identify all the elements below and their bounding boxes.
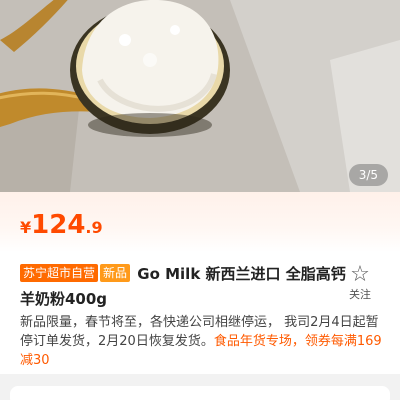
product-detail-page: 3/5 ¥124.9 苏宁超市自营 新品 Go Milk 新西兰进口 全脂高钙羊奶… [0,0,400,400]
star-outline-icon: ☆ [350,262,370,287]
price-currency: ¥ [20,218,32,237]
follow-label: 关注 [349,288,371,301]
store-tag: 苏宁超市自营 [20,264,99,282]
next-section-card [10,386,390,400]
new-tag: 新品 [100,264,131,282]
image-counter: 3/5 [348,164,388,186]
product-photo [0,0,400,192]
shipping-notice: 新品限量，春节将至，各快递公司相继停运， 我司2月4日起暂停订单发货，2月20日… [20,313,384,370]
product-title-block: 苏宁超市自营 新品 Go Milk 新西兰进口 全脂高钙羊奶粉400g [20,262,346,312]
follow-button[interactable]: ☆ 关注 [340,264,380,302]
product-image-carousel[interactable]: 3/5 [0,0,400,192]
price-integer: 124 [31,210,86,240]
price-decimal: .9 [85,218,103,237]
product-price: ¥124.9 [20,210,103,240]
